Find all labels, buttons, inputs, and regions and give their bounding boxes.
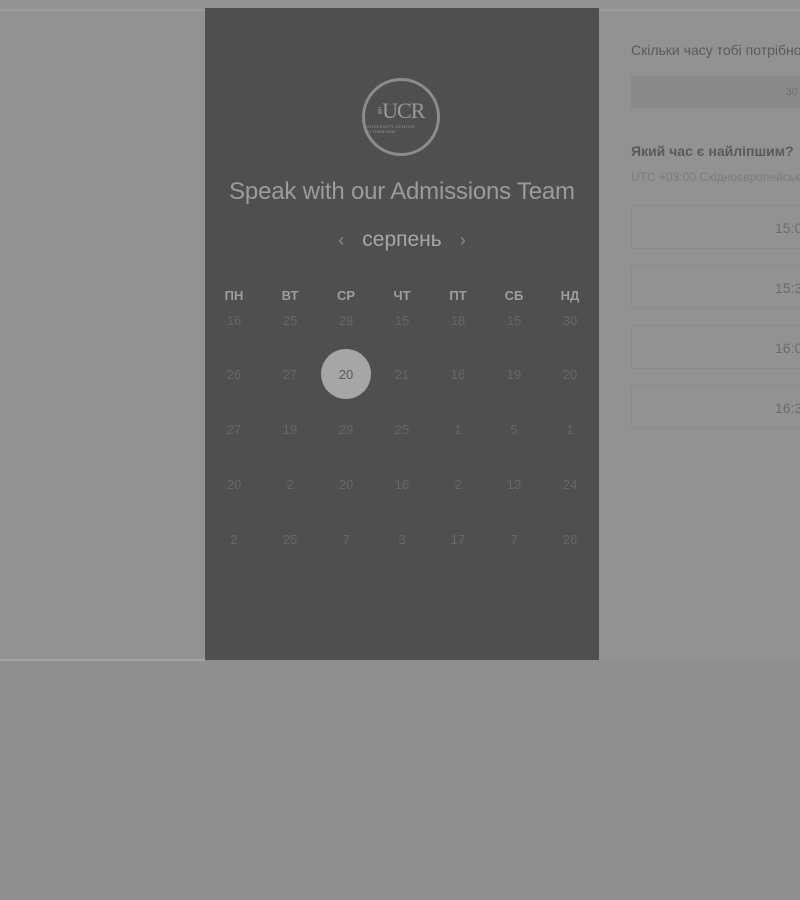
- time-slot-label: 15:30: [775, 280, 800, 296]
- calendar-day[interactable]: 7: [321, 514, 371, 564]
- calendar-day[interactable]: 29: [321, 295, 371, 345]
- calendar-day[interactable]: 16: [209, 295, 259, 345]
- timezone-label[interactable]: UTC +03:00 Східноєвропейський час: [631, 170, 800, 184]
- calendar-day[interactable]: 20: [209, 459, 259, 509]
- time-slot-label: 16:00: [775, 340, 800, 356]
- calendar-day[interactable]: 20: [545, 349, 595, 399]
- calendar-day[interactable]: 27: [209, 404, 259, 454]
- calendar-day[interactable]: 24: [545, 459, 595, 509]
- time-slot-label: 15:00: [775, 220, 800, 236]
- calendar-day[interactable]: 21: [377, 349, 427, 399]
- calendar-day[interactable]: 26: [209, 349, 259, 399]
- calendar-day[interactable]: 3: [377, 514, 427, 564]
- calendar-day[interactable]: 5: [489, 404, 539, 454]
- calendar-day[interactable]: 25: [265, 295, 315, 345]
- calendar-day[interactable]: 18: [433, 295, 483, 345]
- booking-panel: iiUCR UNIVERSITY CENTRE ROTHERHAM Speak …: [205, 8, 599, 660]
- calendar-day[interactable]: 13: [489, 459, 539, 509]
- calendar-day[interactable]: 19: [489, 349, 539, 399]
- time-slot[interactable]: 15:00: [631, 205, 800, 249]
- calendar-day[interactable]: 2: [433, 459, 483, 509]
- calendar-day[interactable]: 1: [545, 404, 595, 454]
- calendar-day[interactable]: 7: [489, 514, 539, 564]
- calendar-day[interactable]: 25: [377, 404, 427, 454]
- calendar-day[interactable]: 25: [265, 514, 315, 564]
- divider: [0, 659, 205, 661]
- calendar-day[interactable]: 30: [545, 295, 595, 345]
- calendar-day[interactable]: 26: [545, 514, 595, 564]
- calendar-day[interactable]: 16: [377, 459, 427, 509]
- time-question: Який час є найліпшим?: [631, 143, 794, 159]
- calendar-day[interactable]: 19: [265, 404, 315, 454]
- duration-select[interactable]: 30 хв: [631, 76, 800, 108]
- time-slot[interactable]: 15:30: [631, 265, 800, 309]
- calendar-day[interactable]: 20: [321, 459, 371, 509]
- calendar-day[interactable]: 17: [433, 514, 483, 564]
- calendar-day[interactable]: 29: [321, 404, 371, 454]
- calendar-day[interactable]: 1: [433, 404, 483, 454]
- time-slot[interactable]: 16:00: [631, 325, 800, 369]
- calendar-day[interactable]: 2: [209, 514, 259, 564]
- time-slot-label: 16:30: [775, 400, 800, 416]
- scheduler-column: Скільки часу тобі потрібно? 30 хв Який ч…: [631, 0, 800, 660]
- calendar-day[interactable]: 27: [265, 349, 315, 399]
- duration-question: Скільки часу тобі потрібно?: [631, 42, 800, 58]
- calendar-day[interactable]: 15: [377, 295, 427, 345]
- calendar-grid: 16 25 29 15 18 15 30 26 27 20 21 16 19 20 27 19 29 25 1 5 1 2…: [205, 8, 599, 660]
- calendar-day[interactable]: 15: [489, 295, 539, 345]
- time-slot[interactable]: 16:30: [631, 385, 800, 429]
- calendar-day-selected[interactable]: 20: [321, 349, 371, 399]
- calendar-day[interactable]: 16: [433, 349, 483, 399]
- calendar-day[interactable]: 2: [265, 459, 315, 509]
- duration-value: 30 хв: [785, 86, 800, 98]
